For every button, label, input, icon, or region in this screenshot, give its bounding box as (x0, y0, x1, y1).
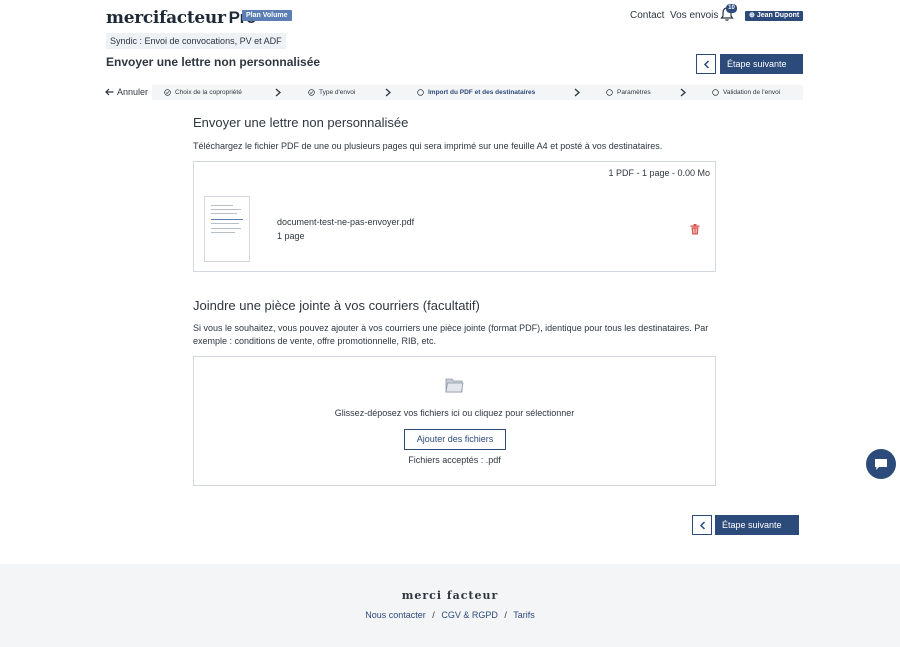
user-icon: ⊕ (749, 12, 755, 19)
chevron-right-icon (574, 88, 580, 97)
step-label: Paramètres (617, 89, 651, 96)
section-description-main: Téléchargez le fichier PDF de une ou plu… (193, 141, 663, 151)
chevron-right-icon (275, 88, 281, 97)
file-name: document-test-ne-pas-envoyer.pdf (277, 217, 415, 227)
cancel-label: Annuler (117, 87, 149, 97)
chat-button[interactable] (866, 449, 896, 479)
check-circle-icon (164, 89, 171, 96)
header: mercifacteurPro Plan Volume Contact Vos … (0, 0, 900, 30)
step-parametres[interactable]: Paramètres (606, 85, 651, 100)
circle-icon (712, 89, 719, 96)
chevron-left-icon (703, 59, 709, 69)
previous-step-button-bottom[interactable] (692, 515, 712, 535)
step-type-envoi[interactable]: Type d'envoi (308, 85, 355, 100)
circle-icon (606, 89, 613, 96)
envois-link[interactable]: Vos envois (670, 10, 718, 21)
next-step-label: Étape suivante (727, 59, 787, 69)
folder-icon (445, 378, 464, 393)
breadcrumb: Syndic : Envoi de convocations, PV et AD… (106, 33, 286, 49)
trash-icon[interactable] (690, 224, 700, 235)
pdf-thumbnail[interactable] (204, 196, 250, 262)
contact-link[interactable]: Contact (630, 10, 664, 21)
next-step-label: Étape suivante (722, 520, 782, 530)
step-label: Import du PDF et des destinataires (428, 89, 536, 96)
section-description-attachment: Si vous le souhaitez, vous pouvez ajoute… (193, 323, 709, 346)
footer-separator: / (432, 610, 435, 620)
footer-logo: merci facteur (401, 589, 499, 602)
step-label: Type d'envoi (319, 89, 356, 96)
section-title-attachment: Joindre une pièce jointe à vos courriers… (193, 298, 480, 313)
check-circle-icon (308, 89, 315, 96)
circle-icon (417, 89, 424, 96)
step-validation[interactable]: Validation de l'envoi (712, 85, 780, 100)
footer-links: Nous contacter / CGV & RGPD / Tarifs (0, 610, 900, 620)
chevron-left-icon (699, 520, 705, 530)
footer-link-contact[interactable]: Nous contacter (365, 610, 426, 620)
next-step-button-bottom[interactable]: Étape suivante (715, 515, 799, 535)
arrow-left-icon (105, 88, 114, 96)
cancel-link[interactable]: Annuler (105, 87, 148, 97)
notification-count: 10 (726, 4, 737, 13)
chevron-right-icon (385, 88, 391, 97)
section-title-main: Envoyer une lettre non personnalisée (193, 115, 409, 130)
next-step-button-top[interactable]: Étape suivante (720, 54, 803, 74)
footer-link-tarifs[interactable]: Tarifs (513, 610, 535, 620)
file-page-count: 1 page (277, 231, 305, 241)
chat-icon (875, 459, 887, 470)
step-choix-copropriete[interactable]: Choix de la copropriété (164, 85, 242, 100)
page-title: Envoyer une lettre non personnalisée (106, 55, 321, 69)
footer-separator: / (504, 610, 507, 620)
step-label: Validation de l'envoi (723, 89, 781, 96)
step-import-pdf[interactable]: Import du PDF et des destinataires (417, 85, 535, 100)
logo-text: mercifacteur (106, 8, 226, 28)
dropzone-text: Glissez-déposez vos fichiers ici ou cliq… (334, 408, 575, 418)
accepted-formats: Fichiers acceptés : .pdf (408, 455, 501, 465)
footer-link-cgv[interactable]: CGV & RGPD (441, 610, 498, 620)
dropzone[interactable]: Glissez-déposez vos fichiers ici ou cliq… (193, 356, 716, 486)
previous-step-button-top[interactable] (696, 54, 716, 74)
plan-badge: Plan Volume (242, 10, 292, 21)
user-menu-button[interactable]: ⊕ Jean Dupont (745, 11, 804, 21)
logo[interactable]: mercifacteurPro (106, 8, 256, 28)
user-name: Jean Dupont (756, 12, 800, 19)
chevron-right-icon (680, 88, 686, 97)
stepper: Choix de la copropriété Type d'envoi Imp… (152, 85, 803, 100)
uploaded-file-card: 1 PDF - 1 page - 0.00 Mo document-test-n… (193, 161, 716, 272)
footer: merci facteur Nous contacter / CGV & RGP… (0, 564, 900, 647)
step-label: Choix de la copropriété (175, 89, 242, 96)
upload-stats: 1 PDF - 1 page - 0.00 Mo (608, 168, 710, 178)
add-files-button[interactable]: Ajouter des fichiers (404, 429, 506, 450)
